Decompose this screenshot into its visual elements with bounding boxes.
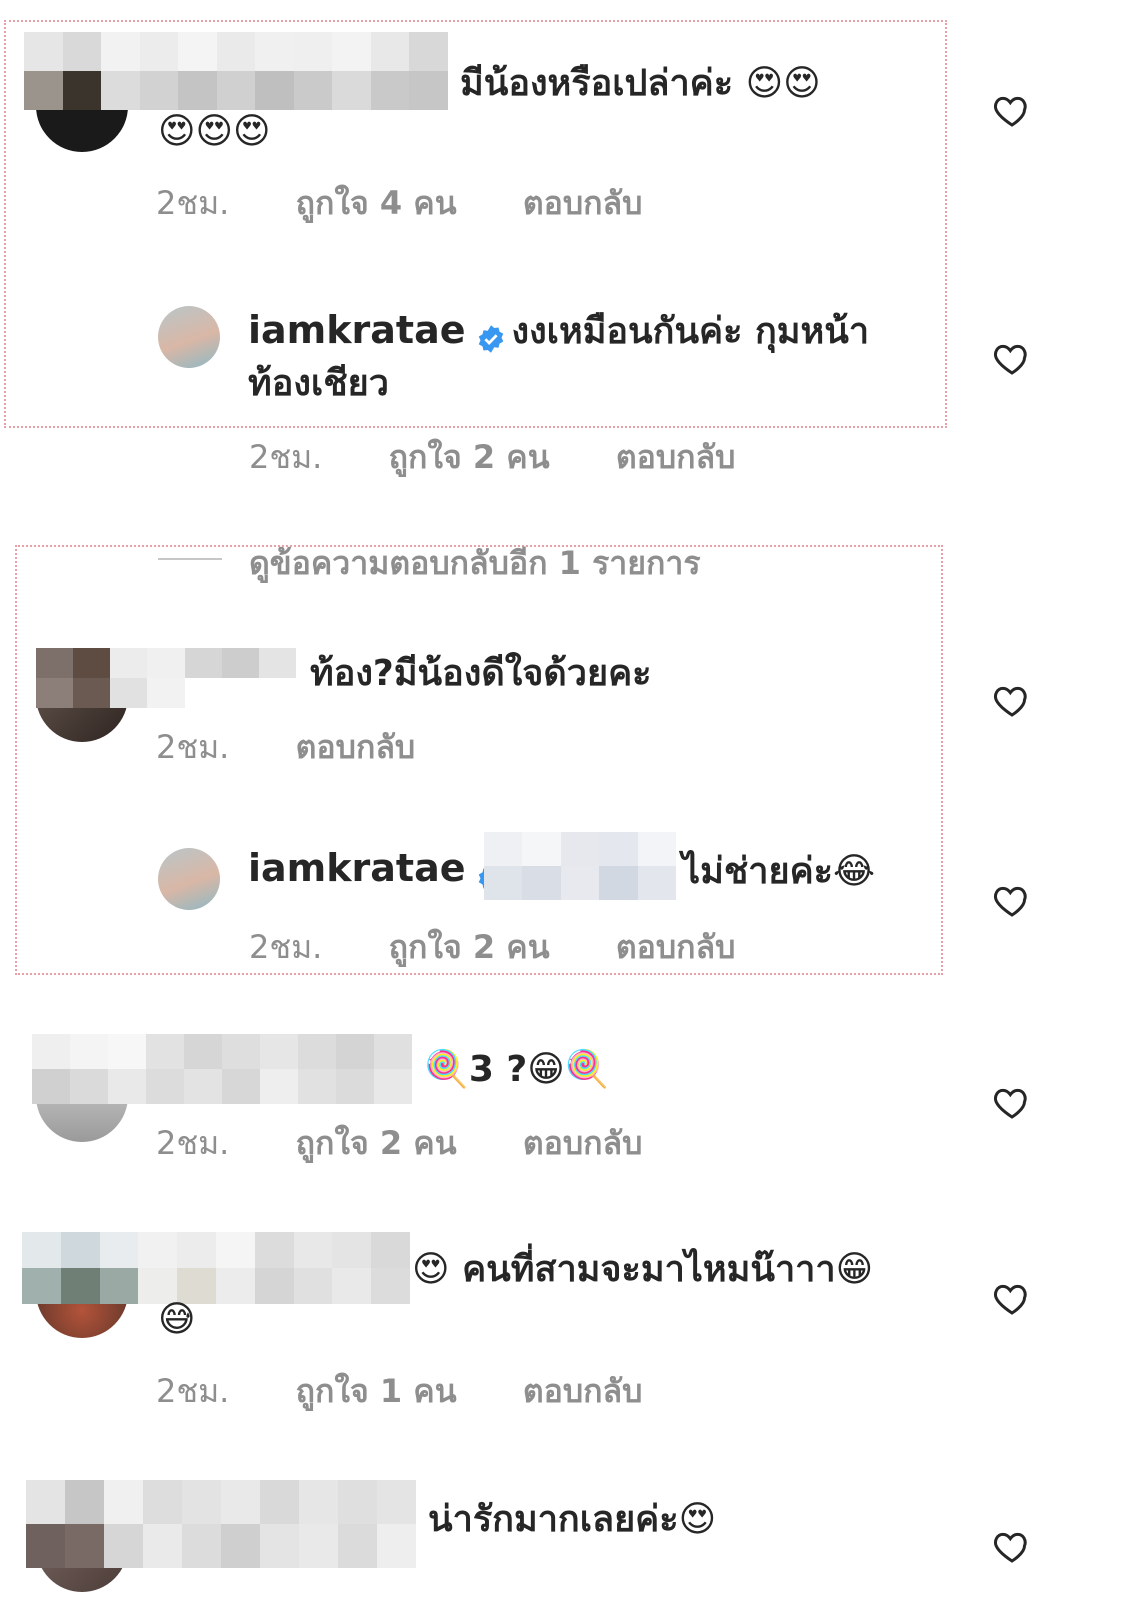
comment-text: 😍 คนที่สามจะมาไหมน๊าาา😁: [412, 1249, 874, 1290]
comment-time: 2ชม.: [156, 1124, 230, 1162]
comment-text-line2: 😍😍😍: [158, 111, 271, 152]
comment-time: 2ชม.: [156, 728, 230, 766]
reply-button[interactable]: ตอบกลับ: [616, 438, 736, 476]
heart-outline-icon[interactable]: [992, 1082, 1032, 1122]
comment-meta: 2ชม. ถูกใจ 2 คน ตอบกลับ: [249, 432, 735, 483]
heart-outline-icon[interactable]: [992, 680, 1032, 720]
username[interactable]: iamkratae: [248, 308, 466, 352]
comment-text: งงเหมือนกันค่ะ กุมหน้า: [511, 311, 870, 352]
reply-button[interactable]: ตอบกลับ: [523, 184, 643, 222]
blurred-username: [36, 648, 296, 708]
like-count[interactable]: ถูกใจ 2 คน: [389, 438, 550, 476]
comment-text-line2: 😅: [158, 1299, 196, 1340]
blurred-username: [22, 1232, 410, 1304]
comment-meta: 2ชม. ตอบกลับ: [156, 722, 415, 773]
heart-outline-icon[interactable]: [992, 338, 1032, 378]
avatar[interactable]: [158, 848, 220, 910]
reply-line-1: iamkratae งงเหมือนกันค่ะ กุมหน้า: [248, 306, 908, 358]
highlight-box-2: [15, 545, 943, 975]
blurred-username: [24, 32, 448, 110]
comment-meta: 2ชม. ถูกใจ 2 คน ตอบกลับ: [156, 1118, 642, 1169]
reply-button[interactable]: ตอบกลับ: [296, 728, 416, 766]
comment-time: 2ชม.: [249, 438, 323, 476]
comment-text: ไม่ช่ายค่ะ😂: [682, 851, 876, 892]
reply-button[interactable]: ตอบกลับ: [523, 1372, 643, 1410]
heart-outline-icon[interactable]: [992, 90, 1032, 130]
like-count[interactable]: ถูกใจ 1 คน: [296, 1372, 457, 1410]
comment-text: ท้อง?มีน้องดีใจด้วยคะ: [310, 653, 652, 694]
like-count[interactable]: ถูกใจ 4 คน: [296, 184, 457, 222]
comment-time: 2ชม.: [156, 1372, 230, 1410]
blurred-username: [32, 1034, 412, 1104]
view-replies-divider: [158, 558, 222, 560]
view-more-replies-link[interactable]: ดูข้อความตอบกลับอีก 1 รายการ: [249, 538, 701, 589]
reply-button[interactable]: ตอบกลับ: [523, 1124, 643, 1162]
comment-meta: 2ชม. ถูกใจ 2 คน ตอบกลับ: [249, 922, 735, 973]
comment-time: 2ชม.: [249, 928, 323, 966]
blurred-mention: [484, 832, 676, 900]
username[interactable]: iamkratae: [248, 846, 466, 890]
comment-meta: 2ชม. ถูกใจ 1 คน ตอบกลับ: [156, 1366, 642, 1417]
comment-text: 🍭3 ?😁🍭: [424, 1049, 610, 1090]
blurred-username: [26, 1480, 416, 1568]
like-count[interactable]: ถูกใจ 2 คน: [296, 1124, 457, 1162]
comment-meta: 2ชม. ถูกใจ 4 คน ตอบกลับ: [156, 178, 642, 229]
avatar[interactable]: [158, 306, 220, 368]
reply-button[interactable]: ตอบกลับ: [616, 928, 736, 966]
comment-time: 2ชม.: [156, 184, 230, 222]
comment-text-line2: ท้องเชียว: [248, 363, 389, 404]
comment-text: น่ารักมากเลยค่ะ😍: [428, 1499, 717, 1540]
heart-outline-icon[interactable]: [992, 880, 1032, 920]
like-count[interactable]: ถูกใจ 2 คน: [389, 928, 550, 966]
heart-outline-icon[interactable]: [992, 1278, 1032, 1318]
verified-badge-icon: [478, 324, 503, 353]
comment-text: มีน้องหรือเปล่าค่ะ 😍😍: [460, 63, 821, 104]
heart-outline-icon[interactable]: [992, 1526, 1032, 1566]
